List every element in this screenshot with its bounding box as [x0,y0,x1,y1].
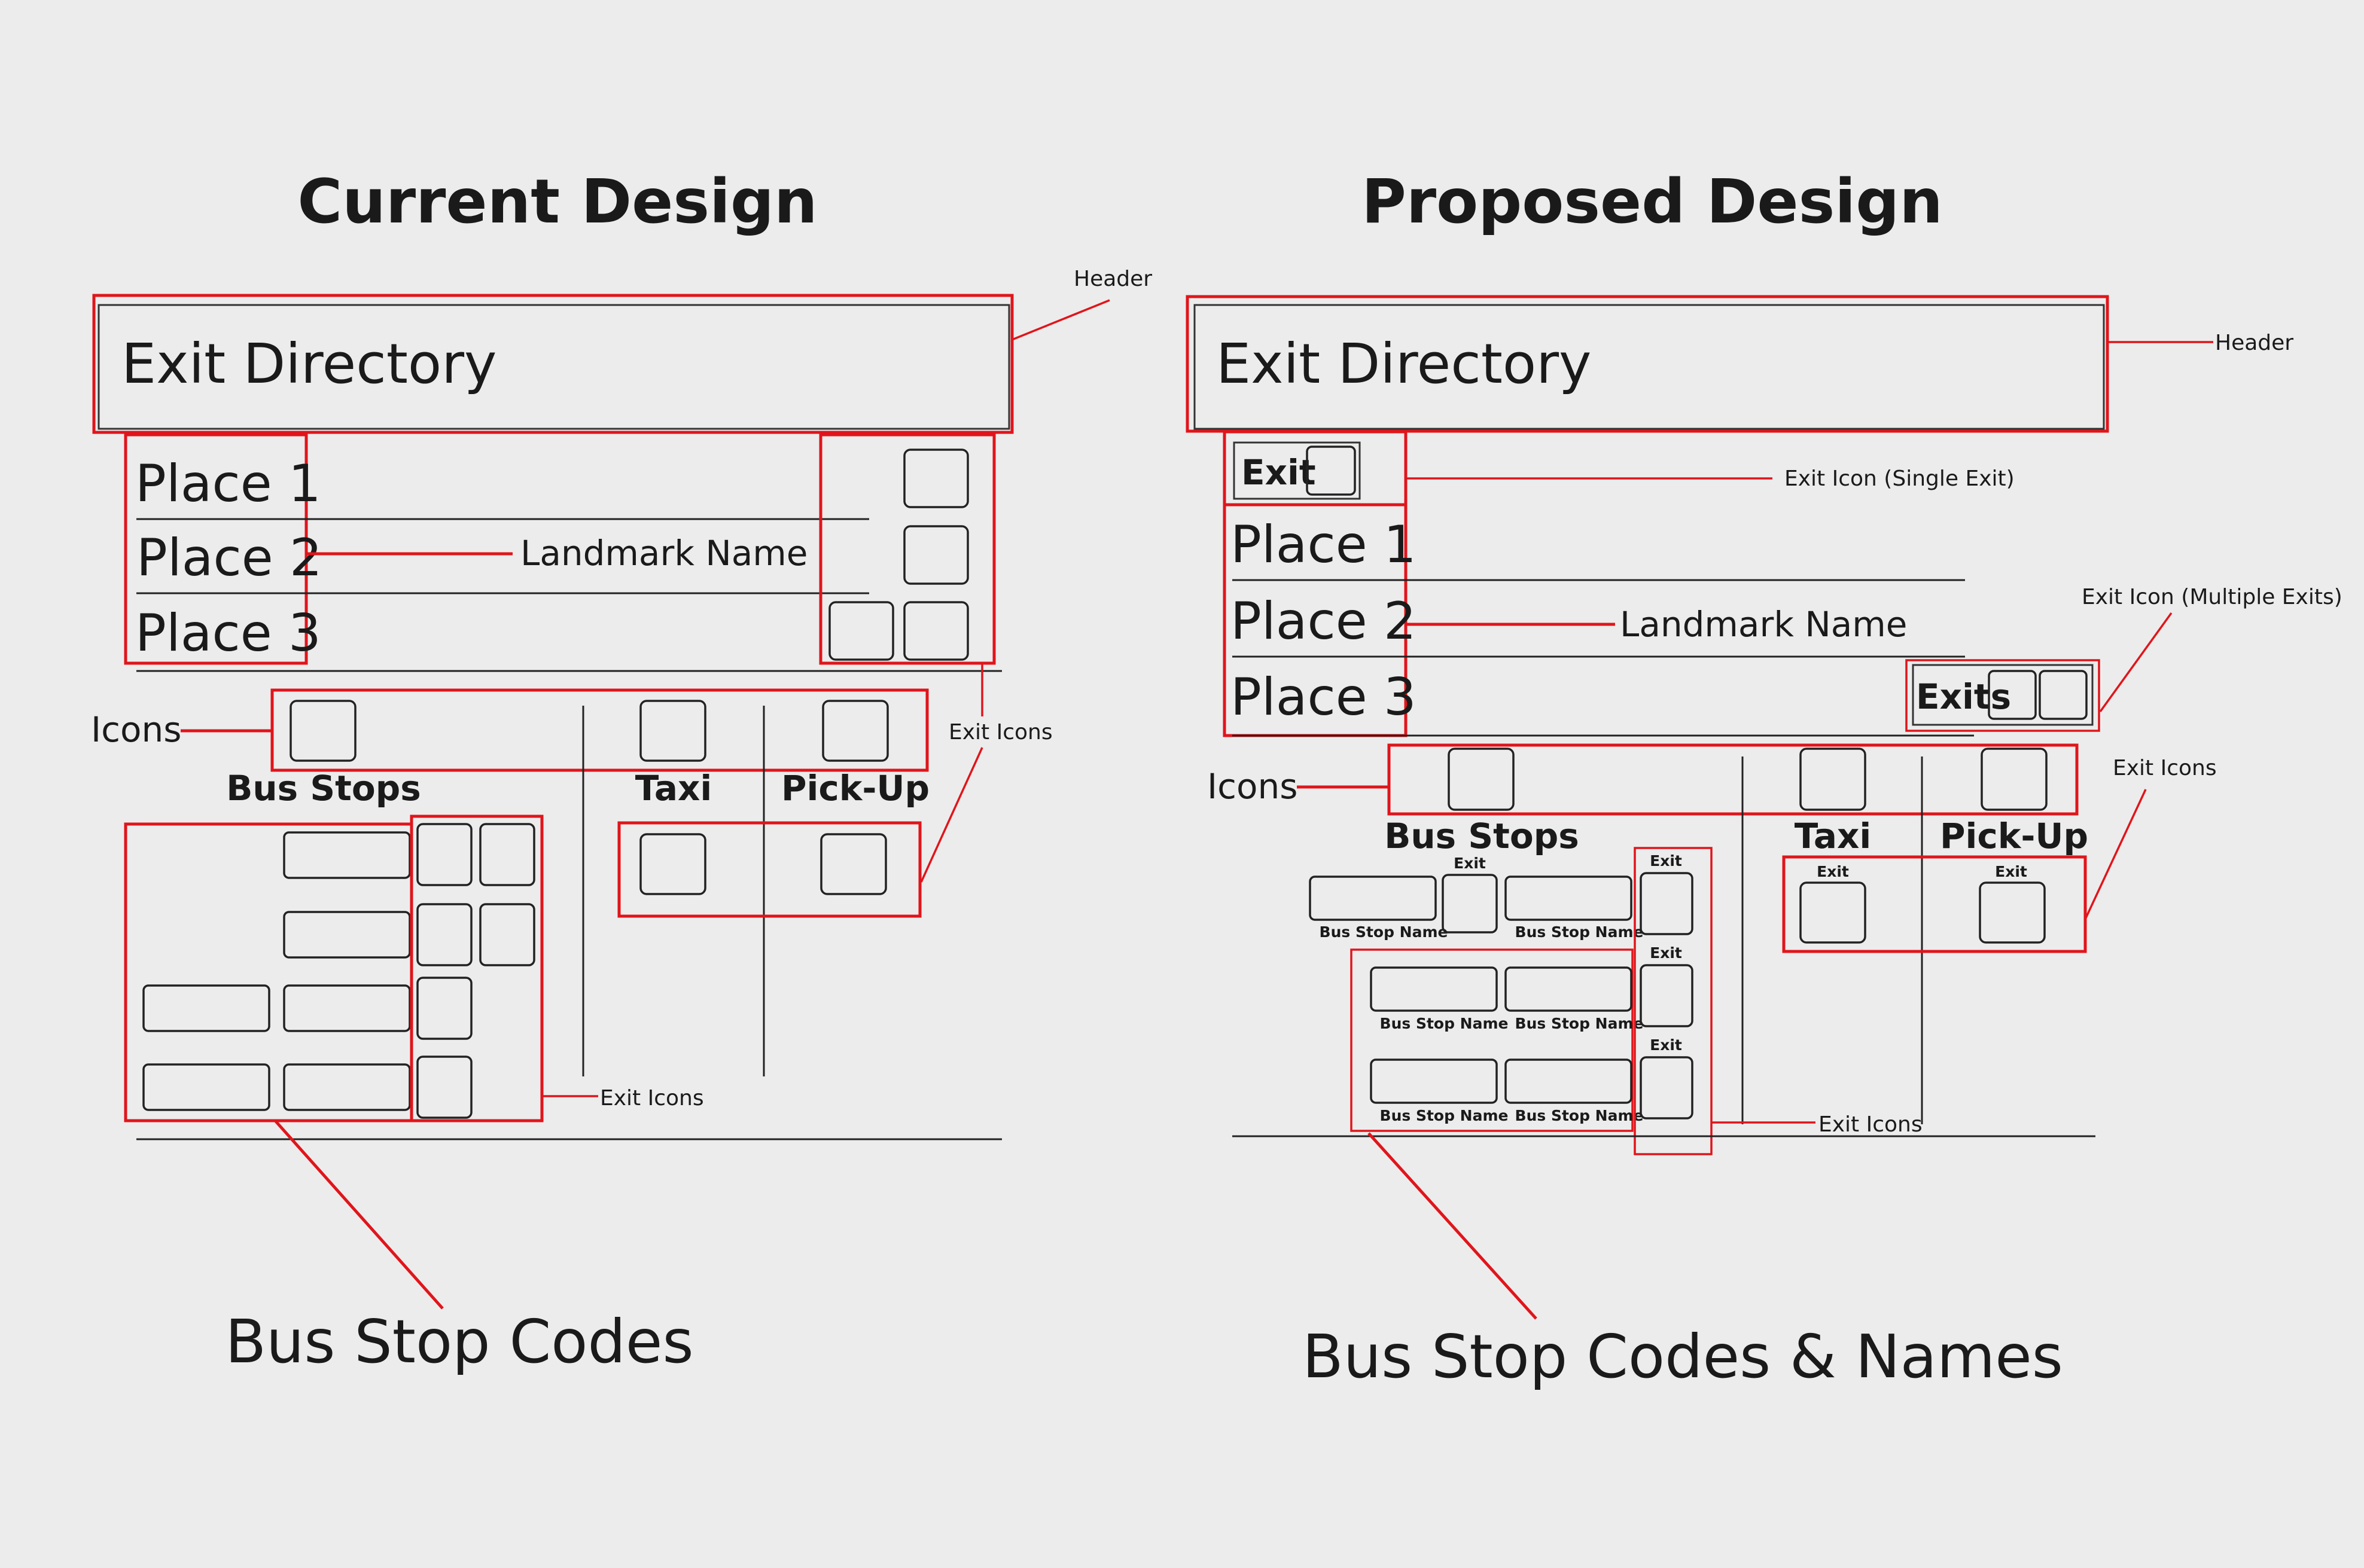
exit-icon [416,823,473,886]
current-header-callout: Header [1074,267,1152,291]
current-design-panel: Exit Directory Header Place 1 Place 2 Pl… [91,267,1152,1377]
exit-icon [903,449,969,508]
current-exit-icons-callout-line-2 [920,747,983,883]
pickup-icon [822,700,889,762]
current-category-pickup: Pick-Up [781,768,930,809]
current-exit-icons-callout: Exit Icons [949,720,1053,745]
proposed-category-bus-stops: Bus Stops [1384,816,1579,856]
current-place-1: Place 1 [135,454,321,514]
exit-icon [479,823,535,886]
bus-stop-code-box [1309,875,1437,921]
current-taxi-pickup-exit-highlight [617,821,922,918]
exit-icon [1799,881,1866,944]
current-category-bus-stops: Bus Stops [226,768,421,809]
proposed-exit-icons-callout: Exit Icons [2113,756,2217,780]
proposed-place-3: Place 3 [1230,667,1416,727]
proposed-place-2: Place 2 [1230,591,1416,651]
bus-stop-code-box [142,984,270,1032]
bus-stop-name-label: Bus Stop Name [1380,1107,1509,1124]
current-place-2: Place 2 [136,528,322,588]
bus-stop-code-box [283,831,411,879]
taxi-icon [639,700,706,762]
current-header-callout-line [1012,299,1110,341]
exit-icon [903,601,969,661]
small-exit-label: Exit [1995,863,2027,880]
current-place-3: Place 3 [135,603,321,663]
proposed-exit-label: Exit [1241,452,1316,493]
small-exit-label: Exit [1650,852,1682,870]
small-exit-label: Exit [1650,944,1682,962]
bus-stop-name-label: Bus Stop Name [1515,923,1644,941]
proposed-exit-icons-callout-line [2085,789,2147,919]
exit-icon [1640,1056,1693,1119]
proposed-design-title: Proposed Design [1361,166,1943,237]
bus-stop-code-box [1504,875,1632,921]
proposed-icons-highlight [1387,743,2079,816]
current-icons-label: Icons [91,709,181,750]
bus-stop-code-box [142,1063,270,1111]
bus-stop-name-label: Bus Stop Name [1380,1015,1509,1032]
exit-icon [416,977,473,1040]
proposed-bus-exit-icons-highlight [1634,847,1713,1155]
exit-icon [1640,964,1693,1027]
proposed-icons-label: Icons [1207,766,1297,807]
exit-icon [479,903,535,966]
exit-icon [820,833,887,895]
proposed-bus-exit-callout: Exit Icons [1818,1112,1923,1137]
proposed-design-panel: Exit Directory Header Exit Exit Icon (Si… [1186,295,2342,1392]
small-exit-label: Exit [1817,863,1849,880]
proposed-bottom-callout-line [1367,1132,1537,1320]
proposed-category-pickup: Pick-Up [1940,816,2088,856]
bus-stop-code-box [1370,1058,1498,1104]
exit-icon [903,525,969,585]
exit-icon [639,833,706,895]
exit-icon [1979,881,2046,944]
exit-icon [1442,874,1498,934]
bus-stop-name-label: Bus Stop Name [1515,1107,1644,1124]
small-exit-label: Exit [1650,1036,1682,1054]
exit-icon [1640,872,1693,935]
exit-icon [828,601,894,661]
current-design-title: Current Design [297,166,817,237]
bus-stop-name-label: Bus Stop Name [1320,923,1448,941]
current-category-taxi: Taxi [635,768,712,809]
pickup-icon [1981,748,2048,811]
current-icons-highlight [270,688,929,772]
bus-stop-code-box [283,1063,411,1111]
current-bus-exit-icons-highlight [410,814,544,1122]
current-bottom-caption: Bus Stop Codes [225,1307,693,1377]
bus-icon [290,700,357,762]
bus-stop-code-box [1504,966,1632,1012]
bus-icon [1448,748,1515,811]
bus-stop-code-box [1504,1058,1632,1104]
current-landmark-label: Landmark Name [520,533,808,573]
exit-icon [2039,670,2088,720]
exit-icon [416,1055,473,1119]
proposed-bottom-caption: Bus Stop Codes & Names [1302,1322,2063,1392]
design-comparison-diagram: Current Design Proposed Design Exit Dire… [91,166,2342,1392]
bus-stop-name-label: Bus Stop Name [1515,1015,1644,1032]
current-bottom-callout-line [274,1119,444,1310]
proposed-header-callout: Header [2215,331,2293,355]
exit-icon [416,903,473,966]
proposed-category-taxi: Taxi [1795,816,1872,856]
proposed-single-exit-callout: Exit Icon (Single Exit) [1784,466,2015,491]
proposed-multiple-exits-callout: Exit Icon (Multiple Exits) [2082,585,2342,609]
small-exit-label: Exit [1454,855,1486,872]
bus-stop-code-box [283,984,411,1032]
current-bus-exit-callout: Exit Icons [600,1086,704,1111]
proposed-header-text: Exit Directory [1216,332,1591,396]
taxi-icon [1799,748,1866,811]
current-header-text: Exit Directory [121,332,496,396]
proposed-exits-label: Exits [1916,676,2011,717]
proposed-place-1: Place 1 [1230,515,1416,575]
proposed-landmark-label: Landmark Name [1620,604,1907,645]
proposed-multiple-exits-callout-line [2099,612,2173,713]
bus-stop-code-box [1370,966,1498,1012]
bus-stop-code-box [283,911,411,959]
